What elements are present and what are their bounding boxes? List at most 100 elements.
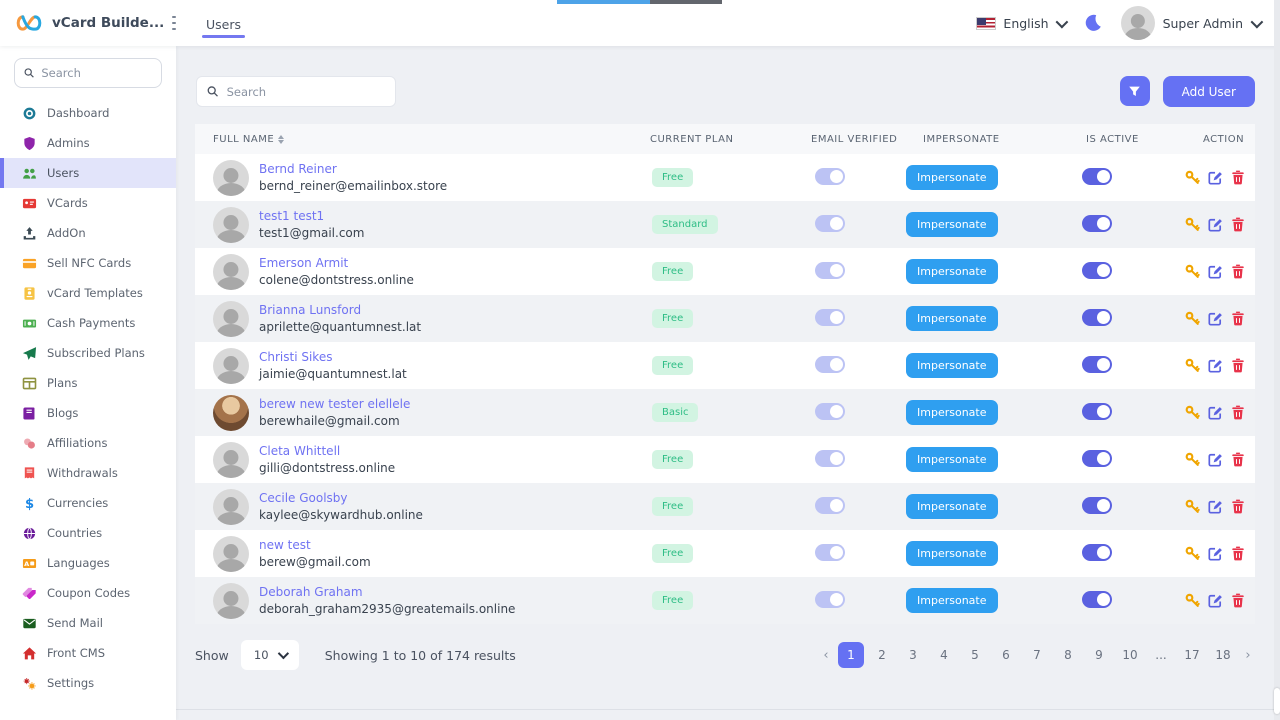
key-icon[interactable] <box>1185 170 1200 185</box>
sidebar-item-admins[interactable]: Admins <box>0 128 176 158</box>
trash-icon[interactable] <box>1231 264 1245 279</box>
sidebar-item-sell-nfc-cards[interactable]: Sell NFC Cards <box>0 248 176 278</box>
trash-icon[interactable] <box>1231 358 1245 373</box>
sidebar-item-plans[interactable]: Plans <box>0 368 176 398</box>
key-icon[interactable] <box>1185 311 1200 326</box>
email-verified-toggle[interactable] <box>815 403 845 420</box>
key-icon[interactable] <box>1185 452 1200 467</box>
is-active-toggle[interactable] <box>1082 356 1112 373</box>
edit-icon[interactable] <box>1208 217 1223 232</box>
trash-icon[interactable] <box>1231 546 1245 561</box>
user-name-link[interactable]: Christi Sikes <box>259 350 407 364</box>
key-icon[interactable] <box>1185 593 1200 608</box>
user-menu[interactable]: Super Admin <box>1121 6 1260 40</box>
edit-icon[interactable] <box>1208 546 1223 561</box>
scrollbar[interactable] <box>1274 0 1280 720</box>
key-icon[interactable] <box>1185 358 1200 373</box>
is-active-toggle[interactable] <box>1082 591 1112 608</box>
sidebar-item-languages[interactable]: A Languages <box>0 548 176 578</box>
page-button-4[interactable]: 4 <box>931 642 957 668</box>
page-button-6[interactable]: 6 <box>993 642 1019 668</box>
email-verified-toggle[interactable] <box>815 356 845 373</box>
sidebar-item-cash-payments[interactable]: Cash Payments <box>0 308 176 338</box>
page-button-10[interactable]: 10 <box>1117 642 1143 668</box>
impersonate-button[interactable]: Impersonate <box>906 400 998 425</box>
is-active-toggle[interactable] <box>1082 403 1112 420</box>
edit-icon[interactable] <box>1208 593 1223 608</box>
tab-users[interactable]: Users <box>202 3 245 44</box>
is-active-toggle[interactable] <box>1082 309 1112 326</box>
sidebar-item-subscribed-plans[interactable]: Subscribed Plans <box>0 338 176 368</box>
impersonate-button[interactable]: Impersonate <box>906 447 998 472</box>
table-search-input[interactable] <box>227 85 385 99</box>
column-header-full-name[interactable]: FULL NAME <box>195 134 632 145</box>
sidebar-item-withdrawals[interactable]: Withdrawals <box>0 458 176 488</box>
email-verified-toggle[interactable] <box>815 215 845 232</box>
sidebar-item-front-cms[interactable]: Front CMS <box>0 638 176 668</box>
sidebar-item-settings[interactable]: Settings <box>0 668 176 698</box>
hamburger-menu-icon[interactable] <box>172 16 176 30</box>
page-button-...[interactable]: ... <box>1148 642 1174 668</box>
sidebar-item-send-mail[interactable]: Send Mail <box>0 608 176 638</box>
sidebar-item-coupon-codes[interactable]: Coupon Codes <box>0 578 176 608</box>
email-verified-toggle[interactable] <box>815 168 845 185</box>
table-search[interactable] <box>196 76 396 107</box>
edit-icon[interactable] <box>1208 170 1223 185</box>
add-user-button[interactable]: Add User <box>1163 76 1255 107</box>
user-name-link[interactable]: Bernd Reiner <box>259 162 447 176</box>
user-name-link[interactable]: Deborah Graham <box>259 585 515 599</box>
impersonate-button[interactable]: Impersonate <box>906 165 998 190</box>
email-verified-toggle[interactable] <box>815 309 845 326</box>
page-button-17[interactable]: 17 <box>1179 642 1205 668</box>
sidebar-item-countries[interactable]: Countries <box>0 518 176 548</box>
edit-icon[interactable] <box>1208 311 1223 326</box>
user-name-link[interactable]: Cleta Whittell <box>259 444 395 458</box>
user-name-link[interactable]: test1 test1 <box>259 209 364 223</box>
is-active-toggle[interactable] <box>1082 168 1112 185</box>
impersonate-button[interactable]: Impersonate <box>906 588 998 613</box>
key-icon[interactable] <box>1185 546 1200 561</box>
edit-icon[interactable] <box>1208 405 1223 420</box>
impersonate-button[interactable]: Impersonate <box>906 259 998 284</box>
page-button-1[interactable]: 1 <box>838 642 864 668</box>
is-active-toggle[interactable] <box>1082 497 1112 514</box>
is-active-toggle[interactable] <box>1082 544 1112 561</box>
sidebar-item-currencies[interactable]: $ Currencies <box>0 488 176 518</box>
key-icon[interactable] <box>1185 217 1200 232</box>
language-selector[interactable]: English <box>976 16 1064 31</box>
sidebar-search-input[interactable] <box>41 66 152 80</box>
dark-mode-toggle-moon-icon[interactable] <box>1083 13 1103 33</box>
page-button-3[interactable]: 3 <box>900 642 926 668</box>
user-name-link[interactable]: Cecile Goolsby <box>259 491 423 505</box>
trash-icon[interactable] <box>1231 405 1245 420</box>
sidebar-item-blogs[interactable]: Blogs <box>0 398 176 428</box>
next-page-button[interactable]: › <box>1241 642 1255 668</box>
page-button-5[interactable]: 5 <box>962 642 988 668</box>
key-icon[interactable] <box>1185 499 1200 514</box>
sidebar-item-affiliations[interactable]: Affiliations <box>0 428 176 458</box>
edit-icon[interactable] <box>1208 452 1223 467</box>
sidebar-item-addon[interactable]: AddOn <box>0 218 176 248</box>
impersonate-button[interactable]: Impersonate <box>906 494 998 519</box>
user-name-link[interactable]: berew new tester elellele <box>259 397 410 411</box>
page-button-18[interactable]: 18 <box>1210 642 1236 668</box>
sidebar-item-dashboard[interactable]: Dashboard <box>0 98 176 128</box>
trash-icon[interactable] <box>1231 452 1245 467</box>
sidebar-item-vcard-templates[interactable]: vCard Templates <box>0 278 176 308</box>
impersonate-button[interactable]: Impersonate <box>906 306 998 331</box>
is-active-toggle[interactable] <box>1082 215 1112 232</box>
impersonate-button[interactable]: Impersonate <box>906 212 998 237</box>
email-verified-toggle[interactable] <box>815 544 845 561</box>
trash-icon[interactable] <box>1231 311 1245 326</box>
sidebar-item-vcards[interactable]: VCards <box>0 188 176 218</box>
impersonate-button[interactable]: Impersonate <box>906 541 998 566</box>
user-name-link[interactable]: Brianna Lunsford <box>259 303 421 317</box>
user-name-link[interactable]: Emerson Armit <box>259 256 414 270</box>
trash-icon[interactable] <box>1231 499 1245 514</box>
edit-icon[interactable] <box>1208 264 1223 279</box>
sidebar-search[interactable] <box>14 58 162 88</box>
prev-page-button[interactable]: ‹ <box>819 642 833 668</box>
email-verified-toggle[interactable] <box>815 497 845 514</box>
trash-icon[interactable] <box>1231 170 1245 185</box>
page-size-select[interactable]: 10 <box>241 640 299 670</box>
